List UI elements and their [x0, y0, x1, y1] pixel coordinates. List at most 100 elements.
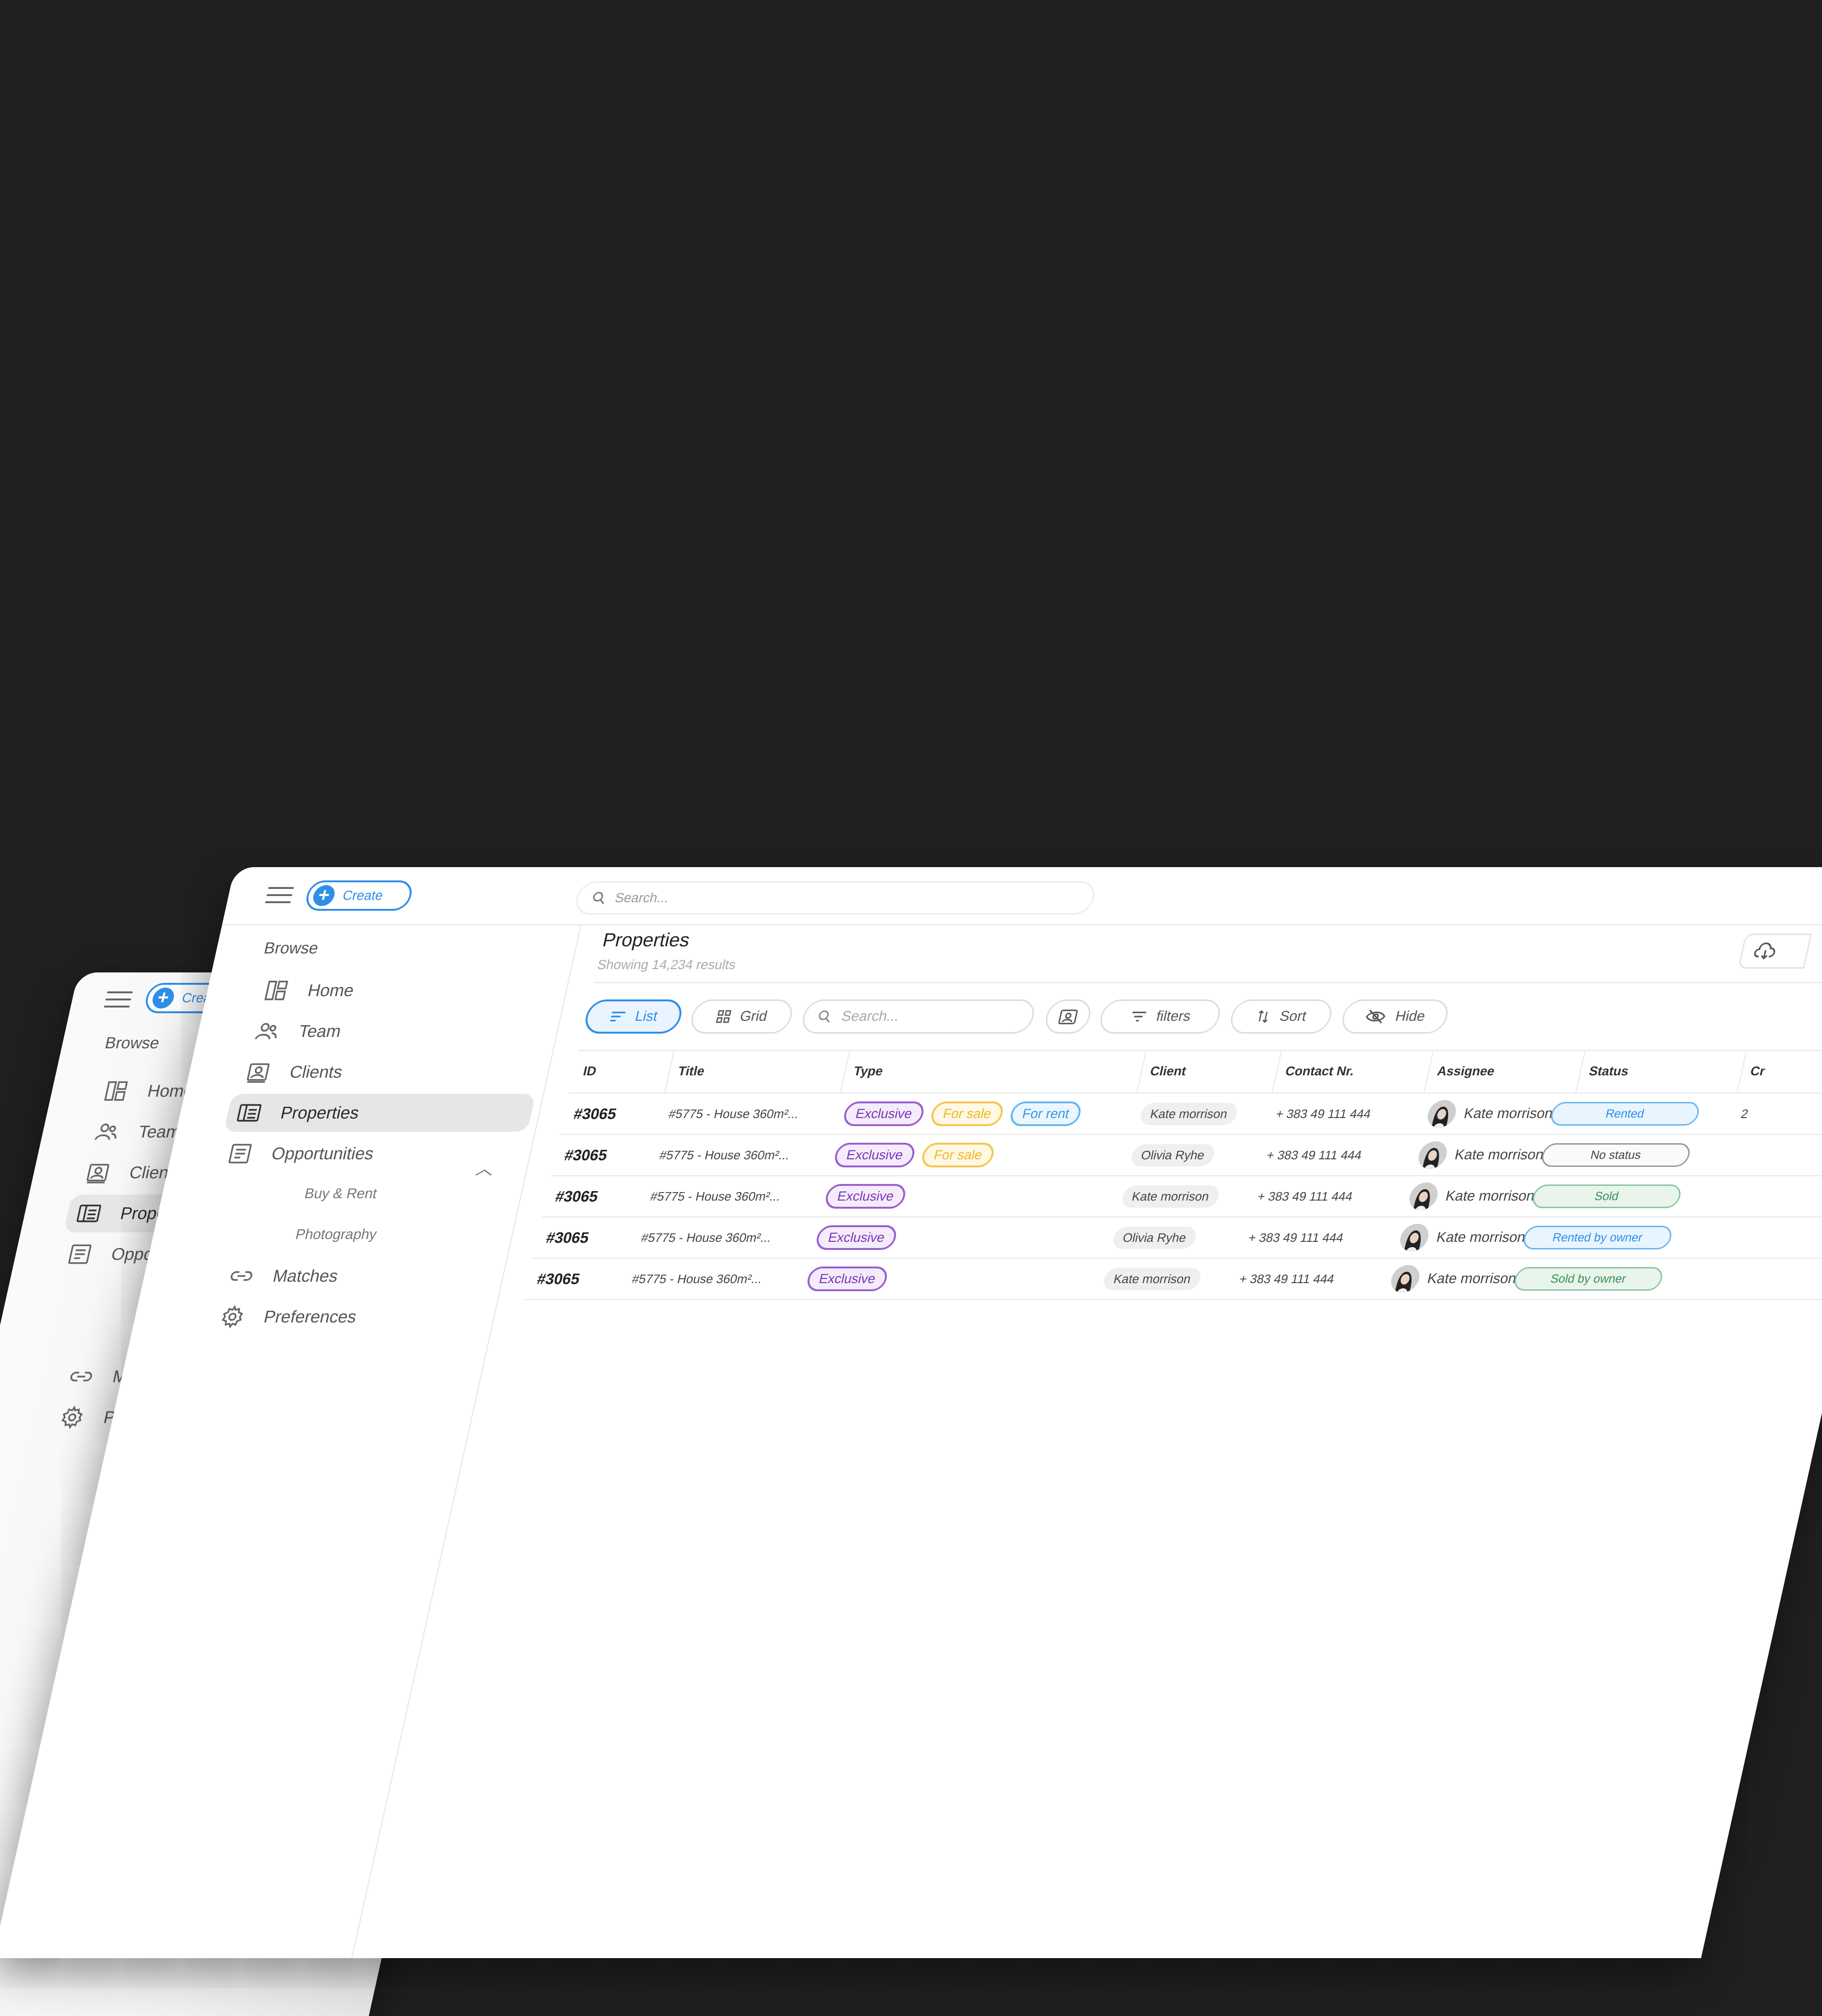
column-header[interactable]: Assignee	[1433, 1050, 1499, 1092]
table-header: ID Title Type Client Contact Nr. Assignee Stat…	[569, 1050, 1822, 1094]
create-button[interactable]: + Create	[303, 880, 415, 911]
assignee-name: Kate morrison	[1453, 1147, 1545, 1163]
sidebar-item-clients[interactable]: Clients	[232, 1053, 545, 1091]
status-badge[interactable]: Sold	[1530, 1184, 1683, 1208]
search-icon	[818, 1010, 830, 1023]
status-badge[interactable]: No status	[1539, 1143, 1692, 1167]
filters-button[interactable]: filters	[1097, 999, 1224, 1034]
column-header[interactable]: Contact Nr.	[1281, 1050, 1359, 1092]
cloud-download-icon	[1754, 942, 1776, 960]
avatar	[1425, 1100, 1459, 1128]
column-header[interactable]: Type	[849, 1050, 888, 1092]
property-title: #5775 - House 360m²...	[667, 1106, 800, 1121]
client-name: Olivia Ryhe	[1111, 1226, 1199, 1249]
created-cell	[1728, 1135, 1737, 1175]
sidebar-item-home[interactable]: Home	[251, 971, 563, 1009]
team-icon	[251, 1018, 283, 1044]
filters-label: filters	[1154, 1008, 1192, 1024]
client-cell: Olivia Ryhe	[1109, 1218, 1200, 1258]
table-row[interactable]: #3065 #5775 - House 360m²... Exclusive O…	[532, 1218, 1822, 1259]
sub-item-photography[interactable]: Photography	[294, 1227, 378, 1243]
sidebar-item-preferences[interactable]: Preferences	[207, 1298, 519, 1336]
property-id: #3065	[544, 1229, 591, 1246]
property-id: #3065	[535, 1270, 582, 1287]
menu-icon[interactable]	[103, 991, 133, 1008]
sort-button[interactable]: Sort	[1227, 999, 1335, 1034]
type-badge: For sale	[929, 1101, 1005, 1126]
contact-number: + 383 49 111 444	[1238, 1271, 1336, 1286]
global-search-input[interactable]: Search...	[573, 881, 1098, 915]
table-row[interactable]: #3065 #5775 - House 360m²... Exclusive Fo…	[550, 1135, 1822, 1176]
column-header[interactable]: Title	[674, 1050, 709, 1092]
dashboard-icon	[101, 1078, 132, 1104]
column-header[interactable]: Client	[1146, 1050, 1191, 1092]
status-badge[interactable]: Rented by owner	[1521, 1226, 1674, 1249]
created-cell	[1700, 1259, 1709, 1299]
filter-icon	[1132, 1011, 1147, 1022]
sub-item-buy-rent[interactable]: Buy & Rent	[303, 1186, 379, 1202]
column-header[interactable]: Status	[1585, 1050, 1633, 1092]
list-view-button[interactable]: List	[582, 999, 685, 1034]
table-row[interactable]: #3065 #5775 - House 360m²... Exclusive Fo…	[559, 1094, 1822, 1135]
opportunities-icon	[64, 1241, 95, 1267]
sidebar-item-team[interactable]: Team	[242, 1012, 554, 1050]
contact-number: + 383 49 111 444	[1265, 1147, 1364, 1162]
table-row[interactable]: #3065 #5775 - House 360m²... Exclusive K…	[541, 1176, 1822, 1218]
properties-icon	[73, 1201, 104, 1226]
type-badge: Exclusive	[823, 1184, 908, 1209]
column-header[interactable]: ID	[579, 1050, 601, 1092]
status-cell: Sold by owner	[1510, 1259, 1666, 1299]
sidebar-item-label: Home	[306, 980, 356, 1000]
column-header[interactable]: Cr	[1746, 1050, 1770, 1092]
sort-icon	[1259, 1010, 1268, 1023]
main-content: Properties Showing 14,234 results List G…	[351, 924, 1822, 1958]
search-placeholder: Search...	[614, 890, 670, 905]
status-badge[interactable]: Sold by owner	[1512, 1267, 1665, 1291]
created-cell	[1719, 1176, 1728, 1216]
grid-view-button[interactable]: Grid	[688, 999, 796, 1034]
assignee-cell: Kate morrison	[1387, 1259, 1520, 1299]
table-search-input[interactable]: Search...	[799, 999, 1038, 1034]
topbar: + Create Search...	[222, 867, 1822, 925]
sidebar-item-label: Team	[297, 1021, 343, 1041]
status-cell: No status	[1538, 1135, 1694, 1175]
dashboard-icon	[260, 978, 292, 1003]
browse-heading: Browse	[103, 1034, 161, 1052]
property-id: #3065	[554, 1187, 600, 1205]
type-cell: Exclusive For sale	[831, 1135, 998, 1175]
gear-icon	[217, 1304, 248, 1330]
type-cell: Exclusive	[803, 1259, 891, 1299]
sidebar-item-properties[interactable]: Properties	[223, 1094, 536, 1132]
sidebar-item-label: Properties	[279, 1103, 361, 1122]
status-cell: Rented	[1547, 1094, 1703, 1134]
avatar	[1388, 1265, 1422, 1293]
status-badge[interactable]: Rented	[1549, 1102, 1701, 1126]
type-badge: Exclusive	[805, 1267, 890, 1291]
menu-icon[interactable]	[265, 887, 294, 904]
assignee-name: Kate morrison	[1426, 1271, 1518, 1286]
assignee-name: Kate morrison	[1444, 1188, 1536, 1204]
table-row[interactable]: #3065 #5775 - House 360m²... Exclusive K…	[523, 1259, 1822, 1300]
contact-number: + 383 49 111 444	[1247, 1230, 1345, 1245]
sidebar-item-matches[interactable]: Matches	[216, 1257, 528, 1295]
contact-card-icon	[1058, 1009, 1078, 1025]
type-badge: Exclusive	[832, 1143, 917, 1167]
property-title: #5775 - House 360m²...	[658, 1147, 791, 1162]
list-icon	[610, 1011, 626, 1022]
client-cell: Kate morrison	[1136, 1094, 1241, 1134]
export-button[interactable]	[1738, 934, 1812, 969]
browse-heading: Browse	[262, 939, 320, 957]
property-id: #3065	[572, 1105, 618, 1122]
assignee-cell: Kate morrison	[1405, 1176, 1539, 1216]
client-cell: Kate morrison	[1118, 1176, 1223, 1216]
client-name: Kate morrison	[1120, 1185, 1221, 1208]
results-count: Showing 14,234 results	[596, 957, 737, 972]
created-cell	[1710, 1218, 1719, 1258]
hide-button[interactable]: Hide	[1339, 999, 1451, 1034]
created-cell: 2	[1739, 1106, 1750, 1121]
property-id: #3065	[563, 1146, 609, 1164]
client-cell: Olivia Ryhe	[1127, 1135, 1218, 1175]
link-icon	[226, 1263, 257, 1289]
client-name: Kate morrison	[1138, 1102, 1239, 1125]
contacts-button[interactable]	[1042, 999, 1094, 1034]
